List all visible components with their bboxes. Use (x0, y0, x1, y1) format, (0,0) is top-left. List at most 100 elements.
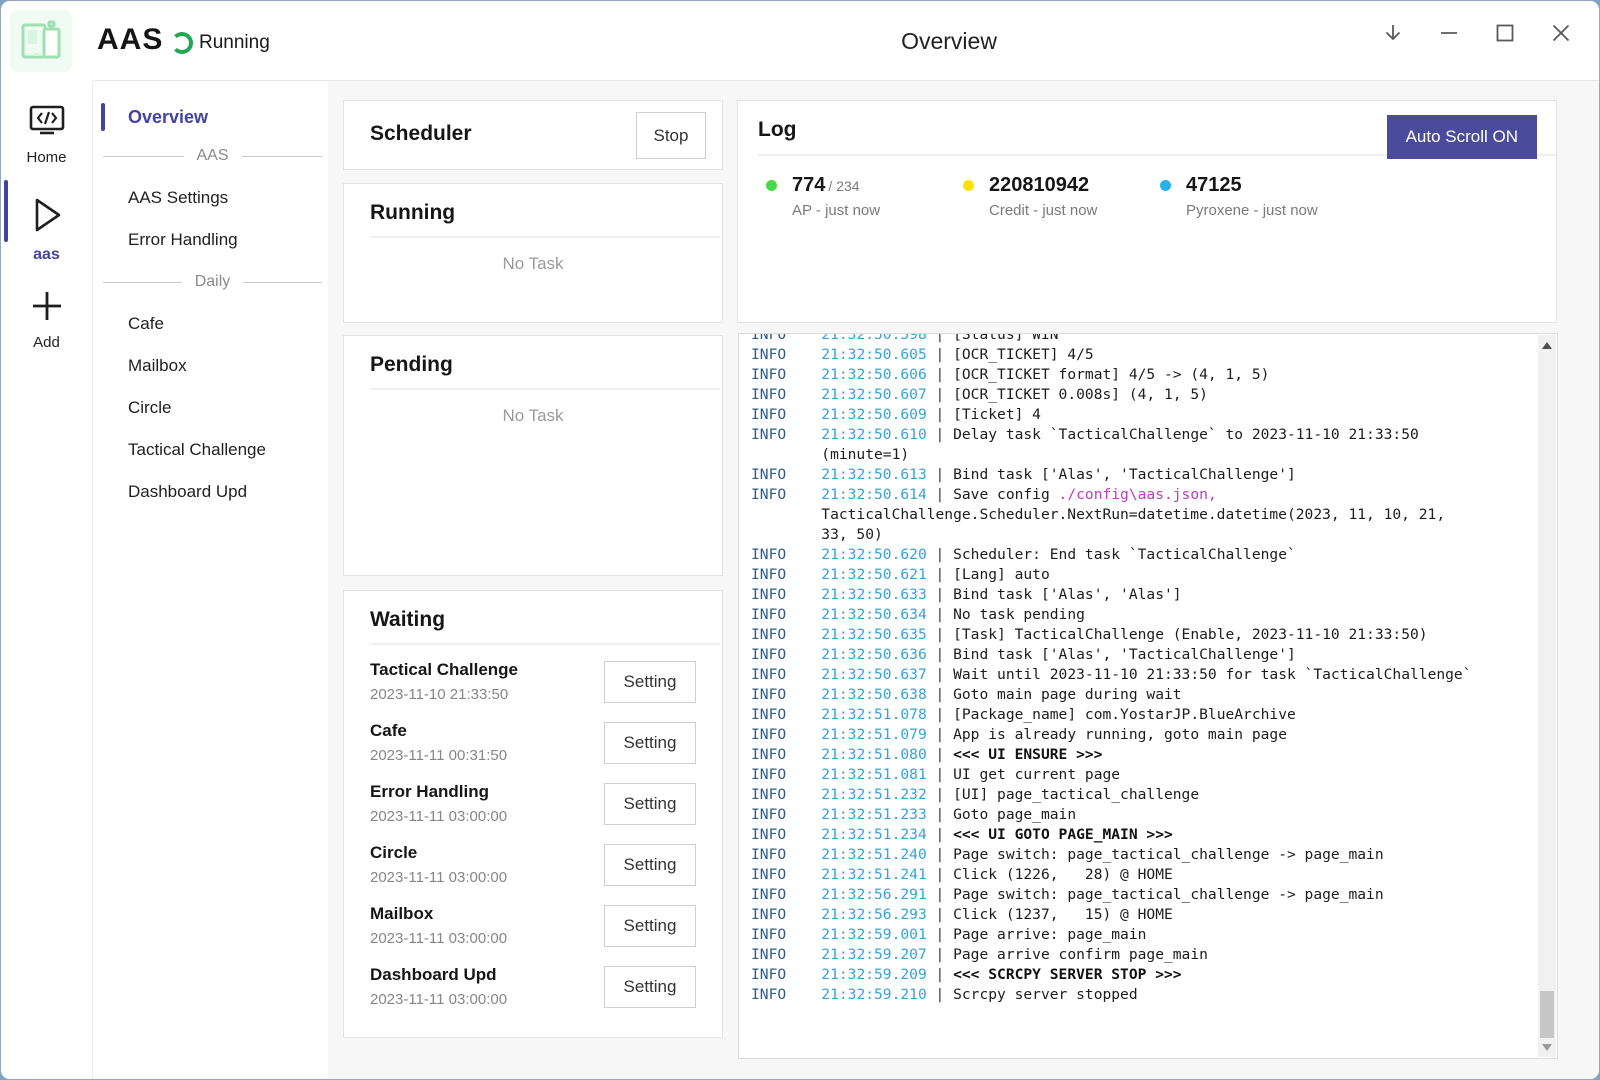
log-segment: <<< UI GOTO PAGE_MAIN >>> (953, 826, 1173, 843)
dashboard-stats: 774/ 234AP - just now220810942Credit - j… (738, 174, 1556, 219)
log-line: INFO 21:32:50.621 | [Lang] auto (751, 565, 1557, 585)
sidebar-item-tactical-challenge[interactable]: Tactical Challenge (93, 429, 328, 471)
log-segment: 21:32:51.080 (821, 746, 935, 763)
log-segment: INFO (751, 566, 821, 583)
sidebar-item-aas-settings[interactable]: AAS Settings (93, 177, 328, 219)
waiting-task-row: Error Handling 2023-11-11 03:00:00 Setting (370, 773, 696, 834)
scroll-down-arrow-icon[interactable] (1538, 1039, 1556, 1055)
sidebar-item-overview[interactable]: Overview (93, 99, 328, 135)
nav-home-label: Home (26, 149, 66, 166)
maximize-button[interactable] (1485, 13, 1525, 53)
log-segment: INFO (751, 686, 821, 703)
active-indicator (4, 180, 8, 242)
log-segment: 21:32:56.291 (821, 886, 935, 903)
log-segment: | (936, 786, 954, 803)
log-line: INFO 21:32:51.233 | Goto page_main (751, 805, 1557, 825)
log-segment: [OCR_TICKET 0.008s] (4, 1, 5) (953, 386, 1208, 403)
waiting-title: Waiting (344, 591, 722, 632)
log-segment: Bind task ['Alas', 'TacticalChallenge'] (953, 646, 1296, 663)
task-info: Circle2023-11-11 03:00:00 (370, 843, 507, 886)
task-name: Mailbox (370, 904, 507, 924)
log-segment: [Lang] auto (953, 566, 1050, 583)
task-setting-button[interactable]: Setting (604, 966, 696, 1008)
stat-dot-icon (963, 180, 974, 191)
log-line: INFO 21:32:51.241 | Click (1226, 28) @ H… (751, 865, 1557, 885)
log-segment: 21:32:51.241 (821, 866, 935, 883)
log-segment: | (936, 906, 954, 923)
stat-label: AP - just now (792, 202, 880, 219)
task-setting-button[interactable]: Setting (604, 844, 696, 886)
log-segment: Page arrive: page_main (953, 926, 1146, 943)
log-line: INFO 21:32:51.079 | App is already runni… (751, 725, 1557, 745)
log-segment: Goto page_main (953, 806, 1076, 823)
log-segment: 21:32:51.232 (821, 786, 935, 803)
task-setting-button[interactable]: Setting (604, 783, 696, 825)
log-output: INFO 21:32:50.598 | [Status] WININFO 21:… (738, 333, 1558, 1059)
task-setting-button[interactable]: Setting (604, 722, 696, 764)
pending-card: Pending No Task (343, 335, 723, 576)
app-window: AAS Running Overview (0, 0, 1600, 1080)
log-segment: 21:32:51.079 (821, 726, 935, 743)
sidebar-item-dashboard-upd[interactable]: Dashboard Upd (93, 471, 328, 513)
task-info: Mailbox2023-11-11 03:00:00 (370, 904, 507, 947)
sidebar-item-error-handling[interactable]: Error Handling (93, 219, 328, 261)
log-segment: | (936, 626, 954, 643)
log-segment: [Ticket] 4 (953, 406, 1041, 423)
log-segment: 21:32:51.234 (821, 826, 935, 843)
task-setting-button[interactable]: Setting (604, 905, 696, 947)
log-segment: | (936, 386, 954, 403)
log-segment: INFO (751, 333, 821, 343)
stat-value-row: 47125 (1186, 174, 1318, 197)
sidebar-sections: AASAAS SettingsError HandlingDailyCafeMa… (93, 135, 328, 513)
stat-value-row: 774/ 234 (792, 174, 880, 197)
log-line: INFO 21:32:50.620 | Scheduler: End task … (751, 545, 1557, 565)
log-line: INFO 21:32:50.634 | No task pending (751, 605, 1557, 625)
nav-aas[interactable]: aas (1, 166, 92, 264)
auto-scroll-toggle-button[interactable]: Auto Scroll ON (1387, 115, 1537, 159)
log-segment: Save config (953, 486, 1058, 503)
log-segment: | (936, 886, 954, 903)
log-segment: 21:32:59.210 (821, 986, 935, 1003)
pending-title: Pending (344, 336, 722, 377)
log-segment: INFO (751, 886, 821, 903)
scrollbar-thumb[interactable] (1540, 991, 1554, 1038)
log-lines: INFO 21:32:50.598 | [Status] WININFO 21:… (751, 333, 1557, 1005)
log-segment: Click (1226, 28) @ HOME (953, 866, 1173, 883)
sidebar-item-cafe[interactable]: Cafe (93, 303, 328, 345)
scroll-up-arrow-icon[interactable] (1538, 337, 1556, 353)
log-segment: 21:32:50.610 (821, 426, 935, 443)
app-logo-icon (10, 10, 72, 72)
scheduler-title: Scheduler (370, 122, 472, 146)
log-segment: 21:32:50.606 (821, 366, 935, 383)
log-segment: | (936, 746, 954, 763)
task-next-run: 2023-11-11 03:00:00 (370, 808, 507, 825)
nav-add-label: Add (33, 334, 60, 351)
download-arrow-button[interactable] (1373, 13, 1413, 53)
page-title: Overview (901, 28, 997, 55)
task-sidebar: Overview AASAAS SettingsError HandlingDa… (93, 81, 328, 1079)
active-indicator (101, 103, 105, 131)
task-setting-button[interactable]: Setting (604, 661, 696, 703)
log-segment: INFO (751, 346, 821, 363)
log-scrollbar[interactable] (1538, 335, 1556, 1057)
nav-add[interactable]: Add (1, 264, 92, 351)
log-segment: [Task] TacticalChallenge (Enable, 2023-1… (953, 626, 1427, 643)
app-name: AAS (97, 23, 163, 57)
log-line: TacticalChallenge.Scheduler.NextRun=date… (751, 505, 1557, 525)
log-segment: | (936, 426, 954, 443)
sidebar-item-circle[interactable]: Circle (93, 387, 328, 429)
log-line: INFO 21:32:51.080 | <<< UI ENSURE >>> (751, 745, 1557, 765)
log-line: INFO 21:32:59.210 | Scrcpy server stoppe… (751, 985, 1557, 1005)
minimize-button[interactable] (1429, 13, 1469, 53)
task-name: Tactical Challenge (370, 660, 518, 680)
sidebar-item-mailbox[interactable]: Mailbox (93, 345, 328, 387)
close-button[interactable] (1541, 13, 1581, 53)
log-segment: Page switch: page_tactical_challenge -> … (953, 886, 1384, 903)
log-line: INFO 21:32:51.078 | [Package_name] com.Y… (751, 705, 1557, 725)
log-segment: 21:32:50.609 (821, 406, 935, 423)
scheduler-stop-button[interactable]: Stop (636, 112, 706, 159)
task-name: Error Handling (370, 782, 507, 802)
nav-home[interactable]: Home (1, 81, 92, 166)
stat-total: / 234 (828, 178, 859, 194)
play-icon (27, 194, 67, 241)
